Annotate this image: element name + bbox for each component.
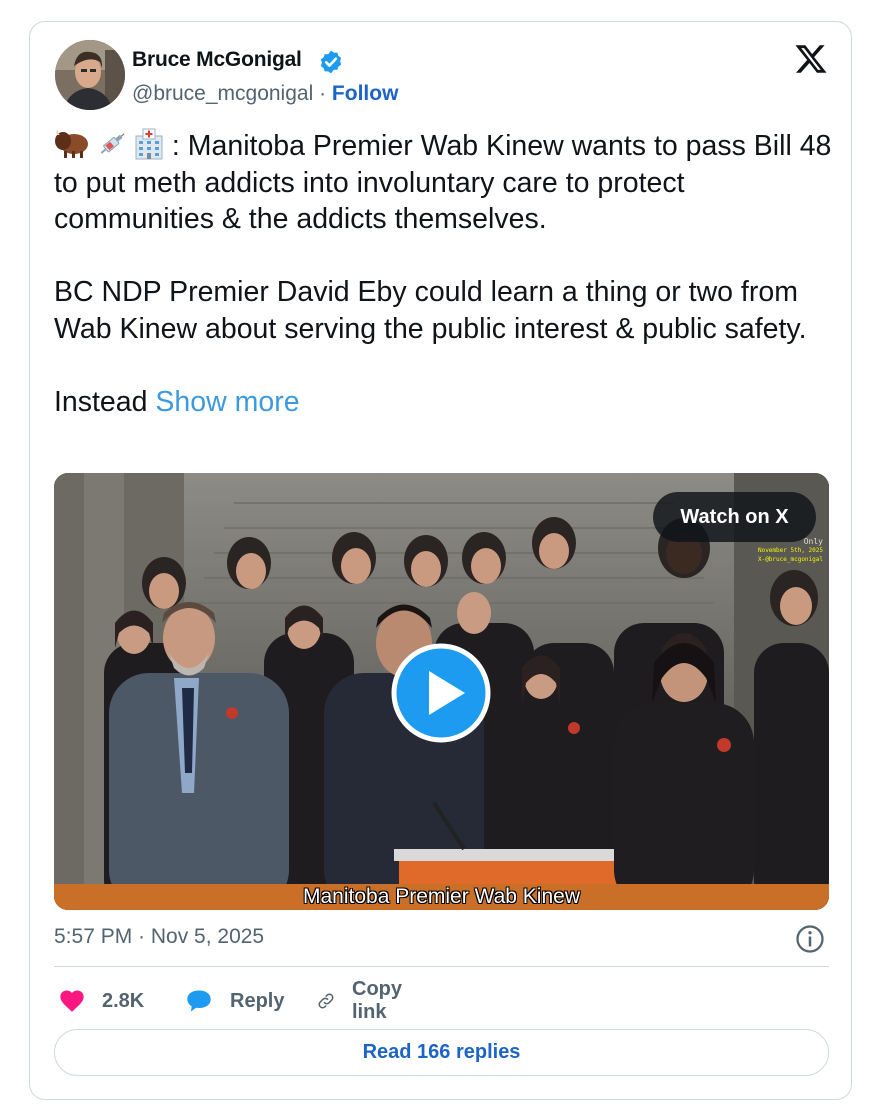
like-count: 2.8K <box>102 989 145 1012</box>
author-display-name[interactable]: Bruce McGonigal <box>132 48 302 72</box>
video-watermark: Only November 5th, 2025 X-@bruce_mcgonig… <box>757 537 823 564</box>
tweet-text: : Manitoba Premier Wab Kinew wants to pa… <box>54 128 844 420</box>
tweet-paragraph-2: BC NDP Premier David Eby could learn a t… <box>54 276 807 345</box>
hospital-emoji-icon <box>135 128 163 160</box>
heart-icon <box>60 990 84 1012</box>
reply-bubble-icon <box>187 990 211 1012</box>
reply-button[interactable]: Reply <box>184 983 284 1019</box>
tweet-paragraph-1: : Manitoba Premier Wab Kinew wants to pa… <box>54 130 840 235</box>
handle-separator: · <box>313 82 332 105</box>
reply-label: Reply <box>230 989 285 1012</box>
show-more-link[interactable]: Show more <box>155 386 299 418</box>
read-replies-button[interactable]: Read 166 replies <box>54 1029 829 1076</box>
info-icon[interactable] <box>795 924 825 954</box>
avatar[interactable] <box>55 40 125 110</box>
watermark-line-3: X-@bruce_mcgonigal <box>757 556 823 563</box>
verified-badge-icon <box>320 50 342 74</box>
video-caption: Manitoba Premier Wab Kinew <box>303 885 580 908</box>
copy-link-button[interactable]: Copy link <box>316 978 412 1023</box>
like-button[interactable]: 2.8K <box>58 983 144 1019</box>
author-handle-row: @bruce_mcgonigal · Follow <box>132 82 398 106</box>
emoji-group <box>54 128 164 160</box>
link-icon <box>318 993 334 1009</box>
syringe-emoji-icon <box>100 133 125 154</box>
bison-emoji-icon <box>55 130 88 158</box>
watermark-line-2: November 5th, 2025 <box>757 547 823 554</box>
tweet-paragraph-3: Instead <box>54 385 148 418</box>
watch-on-x-button[interactable]: Watch on X <box>653 492 816 542</box>
tweet-timestamp[interactable]: 5:57 PM · Nov 5, 2025 <box>54 925 264 949</box>
play-icon[interactable] <box>391 643 491 743</box>
x-logo-icon[interactable] <box>793 42 829 76</box>
author-handle[interactable]: @bruce_mcgonigal <box>132 82 313 105</box>
follow-link[interactable]: Follow <box>332 82 399 105</box>
divider <box>54 966 829 967</box>
copy-link-label: Copy link <box>352 978 402 1023</box>
watermark-line-1: Only <box>803 537 823 546</box>
